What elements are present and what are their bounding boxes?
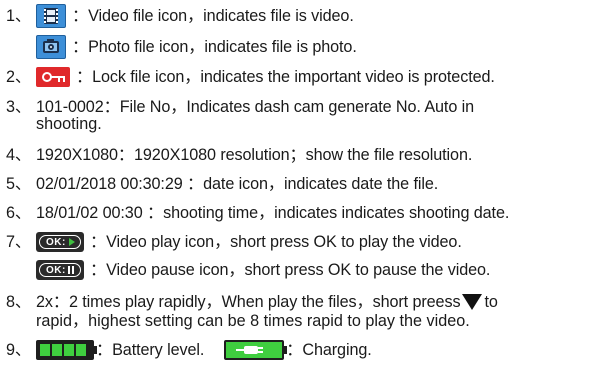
item-4: 4、 1920X1080：1920X1080 resolution；show t… (0, 142, 472, 168)
item-number: 1、 (6, 7, 31, 25)
item-7b: OK: ： Video pause icon，short press OK to… (0, 257, 490, 283)
item-number: 6、 (6, 204, 31, 222)
charging-text: Charging. (302, 341, 372, 359)
item-text: Photo file icon，indicates file is photo. (88, 38, 357, 56)
item-number: 9、 (6, 341, 31, 359)
item-number: 4、 (6, 146, 31, 164)
item-separator: ： (90, 261, 107, 279)
item-6: 6、 18/01/02 00:30 ：shooting time，indicat… (0, 200, 509, 226)
ok-pause-icon: OK: (36, 260, 84, 280)
item-text: Video file icon，indicates file is video. (88, 7, 354, 25)
item-text: 18/01/02 00:30 ：shooting time，indicates … (36, 204, 510, 222)
battery-icon (36, 340, 97, 360)
item-separator: ： (286, 341, 303, 359)
ok-label: OK: (46, 237, 66, 248)
item-number: 8、 (6, 293, 31, 311)
item-text: 2x：2 times play rapidly，When play the fi… (36, 293, 461, 311)
item-number: 5、 (6, 175, 31, 193)
item-1: 1、 ： Video file icon，indicates file is v… (0, 3, 354, 29)
item-text: Lock file icon，indicates the important v… (92, 68, 495, 86)
item-8-continued: rapid，highest setting can be 8 times rap… (36, 312, 470, 330)
item-2: 2、 ： Lock file icon，indicates the import… (0, 64, 495, 90)
page: 1、 ： Video file icon，indicates file is v… (0, 0, 593, 365)
video-file-icon (36, 4, 66, 28)
item-number: 7、 (6, 233, 31, 251)
item-text: Video play icon，short press OK to play t… (106, 233, 462, 251)
item-separator: ： (72, 7, 89, 25)
item-9: 9、 ： Battery level. ： Charging. (0, 337, 372, 363)
item-separator: ： (76, 68, 93, 86)
item-separator: ： (90, 233, 107, 251)
item-separator: ： (96, 341, 113, 359)
item-number: 2、 (6, 68, 31, 86)
ok-play-icon: OK: (36, 232, 84, 252)
item-separator: ： (72, 38, 89, 56)
item-number: 3、 (6, 98, 31, 116)
item-text: Video pause icon，short press OK to pause… (106, 261, 491, 279)
ok-label: OK: (46, 265, 66, 276)
item-text-end: to (484, 293, 498, 311)
item-7: 7、 OK: ： Video play icon，short press OK … (0, 229, 462, 255)
charging-icon (224, 340, 288, 360)
photo-file-icon (36, 35, 66, 59)
item-1b: ： Photo file icon，indicates file is phot… (0, 34, 357, 60)
item-5: 5、 02/01/2018 00:30:29 ：date icon，indica… (0, 171, 438, 197)
item-3-continued: shooting. (36, 115, 102, 133)
battery-text: Battery level. (112, 341, 205, 359)
item-text: 02/01/2018 00:30:29 ：date icon，indicates… (36, 175, 439, 193)
item-text: 1920X1080：1920X1080 resolution；show the … (36, 146, 473, 164)
down-triangle-icon (462, 294, 483, 310)
lock-key-icon (36, 67, 70, 87)
